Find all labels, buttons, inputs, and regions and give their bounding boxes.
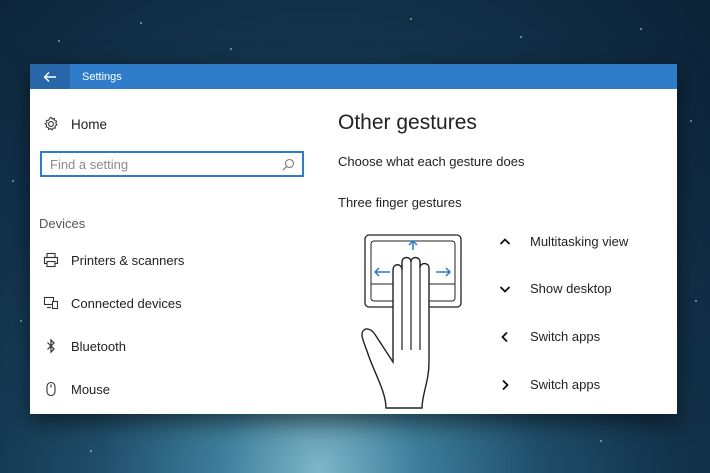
sidebar-item-connected-devices[interactable]: Connected devices	[42, 294, 182, 312]
section-heading-devices: Devices	[39, 216, 86, 231]
back-button[interactable]	[30, 64, 70, 89]
page-subtitle: Choose what each gesture does	[338, 154, 525, 169]
gesture-row-right[interactable]: Switch apps	[498, 377, 600, 392]
home-label: Home	[71, 116, 108, 132]
sidebar-item-bluetooth[interactable]: Bluetooth	[42, 337, 126, 355]
chevron-down-icon	[498, 282, 512, 296]
mouse-icon	[42, 380, 60, 398]
window-title: Settings	[82, 70, 122, 83]
sidebar-item-label: Connected devices	[71, 295, 182, 311]
touchpad-hand-illustration	[361, 234, 462, 409]
search-input[interactable]	[42, 156, 278, 172]
gesture-label: Switch apps	[530, 377, 601, 392]
gesture-group-label: Three finger gestures	[338, 195, 462, 210]
gesture-row-down[interactable]: Show desktop	[498, 281, 612, 296]
settings-window: Settings Home Devices	[30, 64, 677, 414]
back-arrow-icon	[43, 71, 56, 82]
chevron-up-icon	[498, 235, 512, 249]
printer-icon	[42, 251, 60, 269]
sidebar-item-label: Mouse	[71, 381, 111, 397]
gesture-label: Show desktop	[530, 281, 612, 296]
connected-devices-icon	[42, 294, 60, 312]
sidebar-item-label: Printers & scanners	[71, 252, 185, 268]
chevron-right-icon	[498, 378, 512, 392]
title-bar: Settings	[30, 64, 677, 89]
sidebar-item-mouse[interactable]: Mouse	[42, 380, 110, 398]
search-box[interactable]	[40, 151, 304, 177]
search-icon[interactable]	[278, 158, 298, 171]
bluetooth-icon	[42, 337, 60, 355]
gesture-label: Multitasking view	[530, 234, 629, 249]
gesture-label: Switch apps	[530, 329, 601, 344]
sidebar-item-printers[interactable]: Printers & scanners	[42, 251, 184, 269]
gear-icon	[42, 115, 60, 133]
gesture-row-up[interactable]: Multitasking view	[498, 234, 628, 249]
sidebar-item-home[interactable]: Home	[42, 115, 107, 133]
sidebar: Home Devices Printers & scanners	[30, 89, 320, 414]
sidebar-item-label: Bluetooth	[71, 338, 126, 354]
gesture-row-left[interactable]: Switch apps	[498, 329, 600, 344]
main-panel: Other gestures Choose what each gesture …	[338, 89, 677, 414]
page-title: Other gestures	[338, 111, 477, 134]
chevron-left-icon	[498, 330, 512, 344]
